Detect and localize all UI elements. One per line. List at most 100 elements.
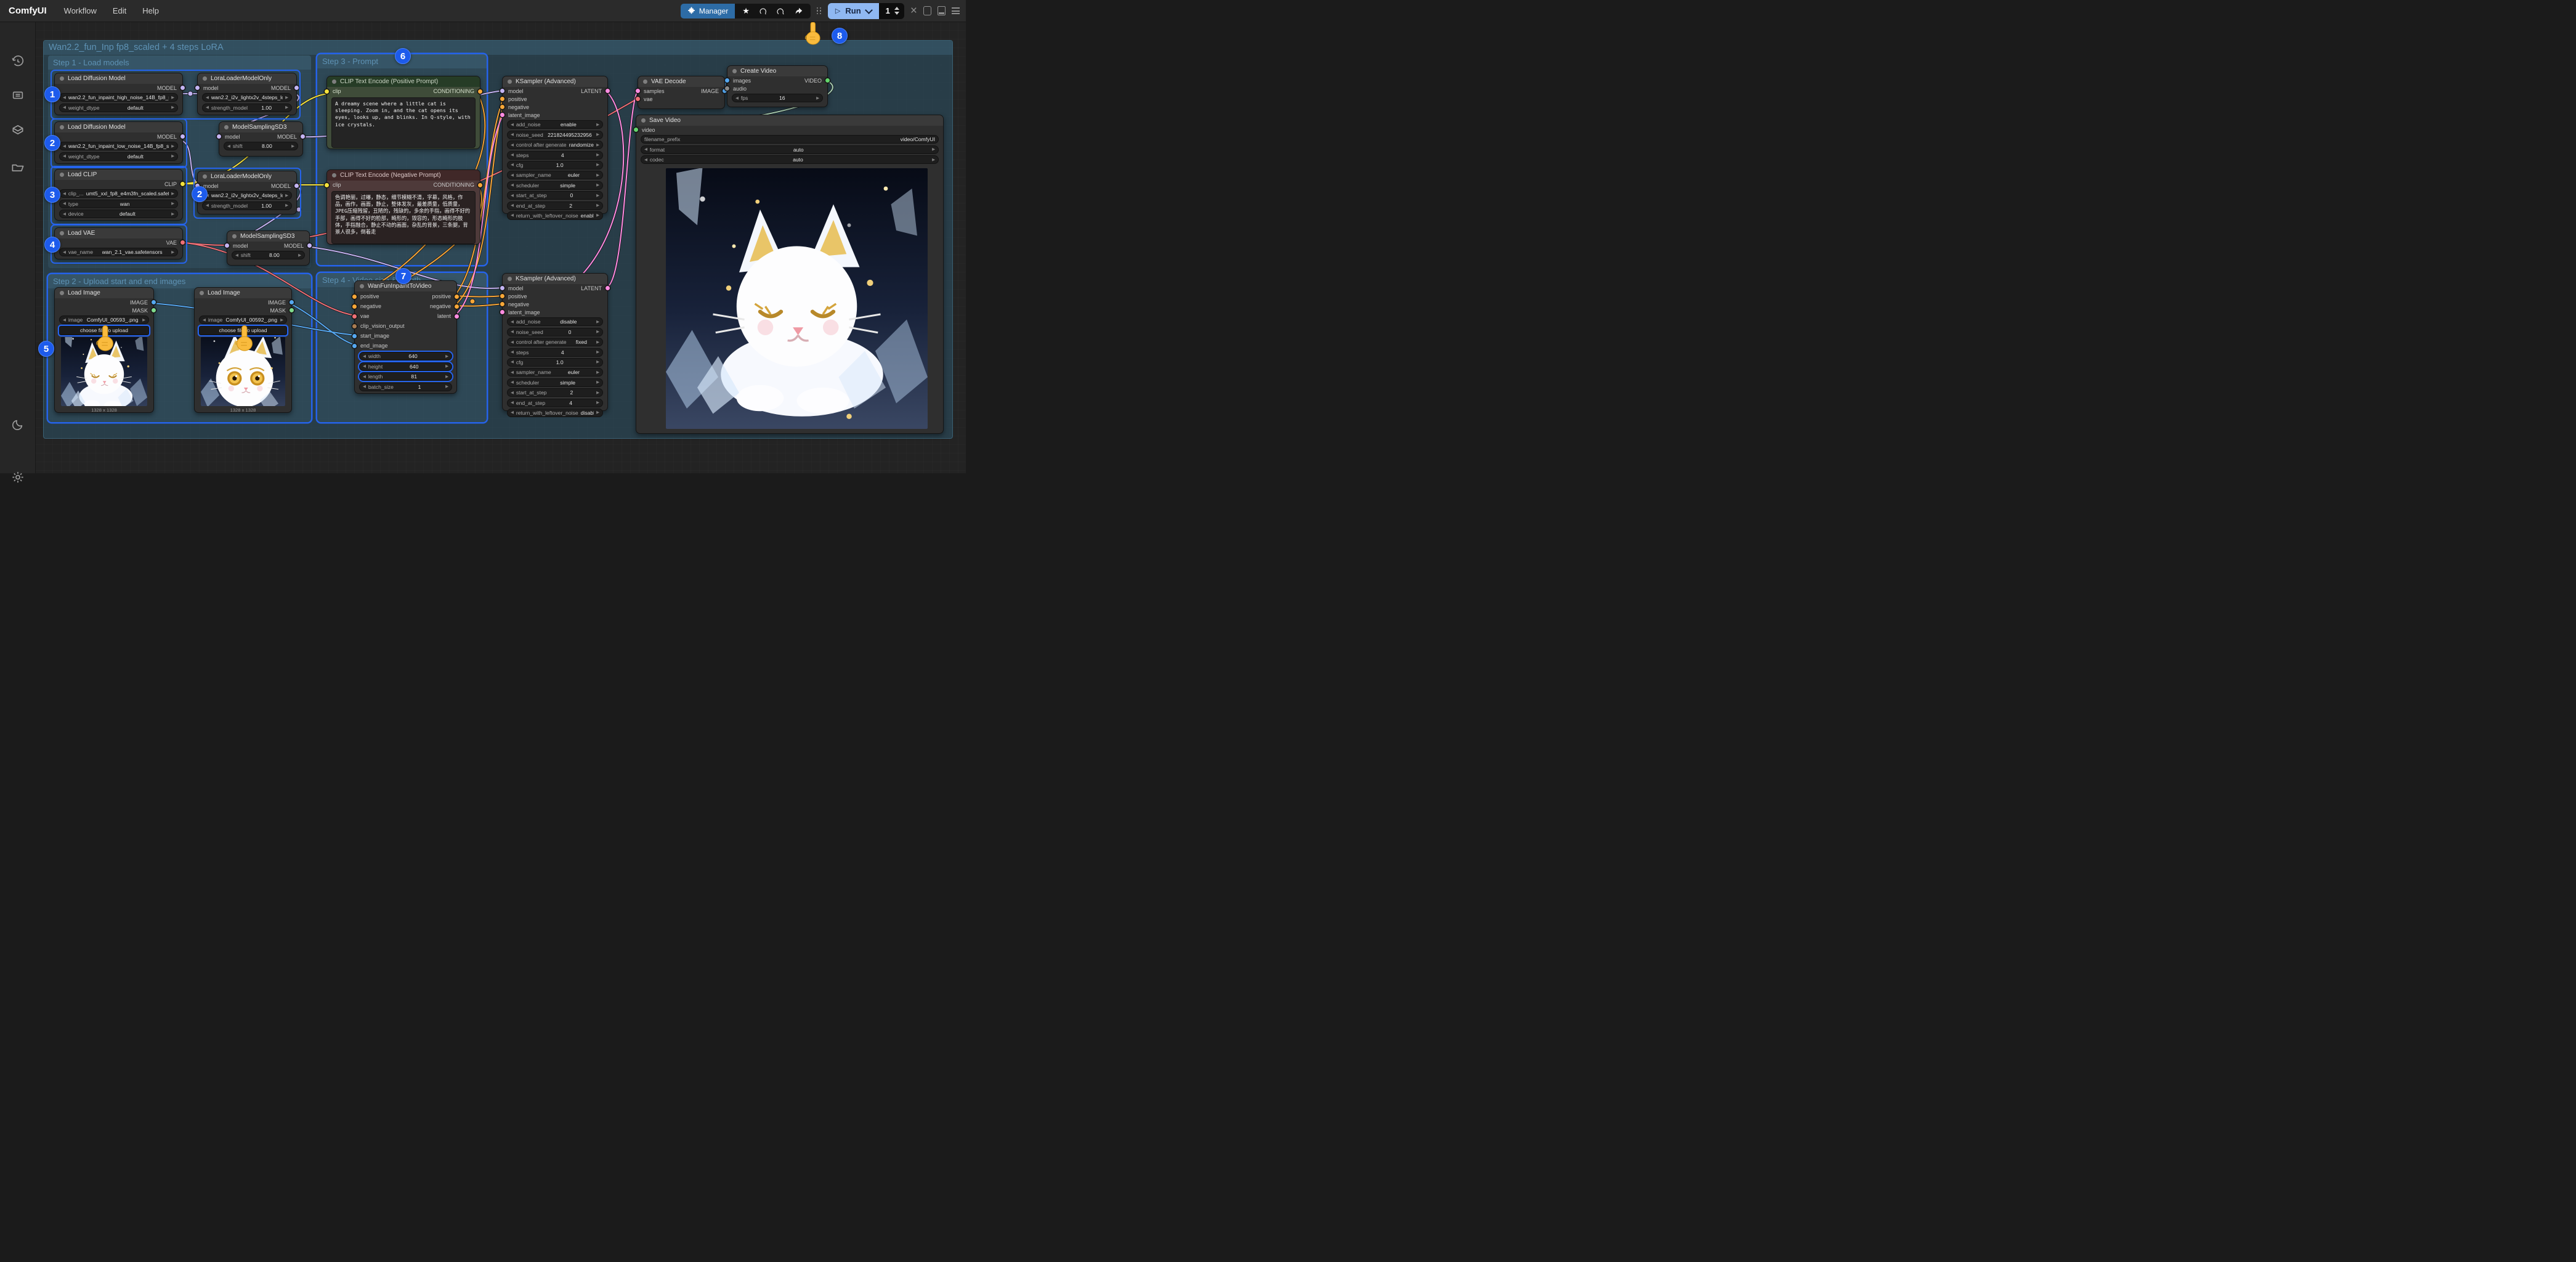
widget-add-noise[interactable]: ◀add_noiseenable▶ [507, 120, 603, 129]
choose-file-button[interactable]: choose file to upload [199, 326, 287, 335]
group-step1-title[interactable]: Step 1 - Load models [48, 55, 311, 70]
output-port-latent[interactable] [606, 286, 610, 290]
input-port-positive[interactable] [352, 295, 357, 299]
bottom-panel-toggle-icon[interactable] [938, 6, 946, 15]
workflows-folder-icon[interactable] [10, 161, 25, 175]
widget-format[interactable]: ◀ format auto▶ [641, 145, 939, 154]
output-port-model[interactable] [294, 184, 299, 188]
positive-prompt-textarea[interactable]: A dreamy scene where a little cat is sle… [331, 97, 476, 148]
widget-sampler-name[interactable]: ◀sampler_nameeuler▶ [507, 171, 603, 179]
widget-image[interactable]: ◀ image ComfyUI_00593_.png▶ [59, 316, 149, 324]
queue-icon[interactable] [11, 89, 25, 102]
input-port-audio[interactable] [725, 86, 729, 91]
input-port-samples[interactable] [636, 89, 640, 93]
input-port-video[interactable] [634, 128, 638, 132]
input-port-model[interactable] [500, 286, 504, 290]
output-port-model[interactable] [180, 134, 185, 139]
input-port-model[interactable] [217, 134, 221, 139]
output-port-negative[interactable] [455, 304, 459, 309]
node-load-image-end[interactable]: Load Image IMAGE MASK ◀ image ComfyUI_00… [194, 287, 292, 413]
input-port-vae[interactable] [352, 314, 357, 319]
node-library-icon[interactable] [10, 123, 25, 137]
menu-workflow[interactable]: Workflow [64, 6, 97, 15]
theme-moon-icon[interactable] [11, 418, 25, 431]
notification-bell-icon[interactable] [759, 7, 768, 15]
input-port-clip[interactable] [325, 89, 329, 94]
output-port-video[interactable] [825, 78, 830, 83]
widget-lora-name[interactable]: ◀ wan2.2_i2v_lightx2v_4steps_lor ...▶ [202, 191, 292, 200]
output-port-conditioning[interactable] [478, 183, 482, 187]
node-model-sampling-sd3-a[interactable]: ModelSamplingSD3 model MODEL ◀ shift 8.0… [219, 121, 303, 157]
widget-strength-model[interactable]: ◀ strength_model 1.00▶ [202, 202, 292, 210]
share-icon[interactable] [795, 7, 803, 15]
widget-shift[interactable]: ◀ shift 8.00▶ [224, 142, 298, 150]
favorites-star-icon[interactable]: ★ [742, 6, 750, 16]
widget-shift[interactable]: ◀ shift 8.00▶ [232, 251, 305, 259]
widget-fps[interactable]: ◀ fps 16▶ [732, 94, 823, 102]
widget-steps[interactable]: ◀steps4▶ [507, 151, 603, 160]
cancel-run-icon[interactable]: × [910, 4, 917, 18]
output-port-model[interactable] [301, 134, 305, 139]
focus-mode-icon[interactable] [923, 6, 931, 15]
node-lora-loader-low[interactable]: LoraLoaderModelOnly model MODEL ◀ wan2.2… [197, 171, 297, 214]
input-port-images[interactable] [725, 78, 729, 83]
widget-start-at-step[interactable]: ◀start_at_step0▶ [507, 191, 603, 200]
widget-weight-dtype[interactable]: ◀ weight_dtype default▶ [59, 104, 178, 112]
widget-scheduler[interactable]: ◀schedulersimple▶ [507, 181, 603, 190]
node-clip-text-encode-negative[interactable]: CLIP Text Encode (Negative Prompt) clip … [326, 169, 480, 245]
output-port-model[interactable] [180, 86, 185, 90]
output-port-mask[interactable] [152, 308, 156, 312]
widget-image[interactable]: ◀ image ComfyUI_00592_.png▶ [199, 316, 287, 324]
node-load-clip[interactable]: Load CLIP CLIP ◀ clip_... umt5_xxl_fp8_e… [54, 169, 183, 221]
menu-help[interactable]: Help [142, 6, 159, 15]
widget-height[interactable]: ◀height640▶ [359, 362, 452, 371]
node-load-diffusion-model-low[interactable]: Load Diffusion Model MODEL ◀ wan2.2_fun_… [54, 121, 183, 164]
widget-type[interactable]: ◀ type wan▶ [59, 200, 178, 208]
batch-count-stepper[interactable]: 1 [879, 3, 904, 19]
node-load-vae[interactable]: Load VAE VAE ◀ vae_name wan_2.1_vae.safe… [54, 227, 183, 259]
manager-button[interactable]: Manager [681, 4, 735, 18]
widget-start-at-step[interactable]: ◀start_at_step2▶ [507, 388, 603, 397]
input-port-clip[interactable] [325, 183, 329, 187]
widget-add-noise[interactable]: ◀add_noisedisable▶ [507, 317, 603, 326]
widget-unet-name[interactable]: ◀ wan2.2_fun_inpaint_high_noise_14B_fp8_… [59, 93, 178, 102]
input-port-model[interactable] [500, 89, 504, 93]
widget-cfg[interactable]: ◀cfg1.0▶ [507, 161, 603, 169]
widget-lora-name[interactable]: ◀ wan2.2_i2v_lightx2v_4steps_lor ...▶ [202, 93, 292, 102]
node-model-sampling-sd3-b[interactable]: ModelSamplingSD3 model MODEL ◀ shift 8.0… [227, 230, 310, 266]
widget-noise-seed[interactable]: ◀noise_seed221824495232956▶ [507, 131, 603, 139]
widget-strength-model[interactable]: ◀ strength_model 1.00▶ [202, 104, 292, 112]
settings-gear-icon[interactable] [10, 470, 25, 484]
output-port-model[interactable] [307, 243, 312, 248]
widget-vae-name[interactable]: ◀ vae_name wan_2.1_vae.safetensors▶ [59, 248, 178, 256]
input-port-clip-vision-output[interactable] [352, 324, 357, 328]
input-port-negative[interactable] [500, 105, 504, 109]
output-port-clip[interactable] [180, 182, 185, 186]
widget-width[interactable]: ◀width640▶ [359, 352, 452, 360]
node-ksampler-advanced-b[interactable]: KSampler (Advanced) model LATENT positiv… [502, 273, 608, 411]
widget-end-at-step[interactable]: ◀end_at_step4▶ [507, 399, 603, 407]
output-port-positive[interactable] [455, 295, 459, 299]
widget-sampler-name[interactable]: ◀sampler_nameeuler▶ [507, 368, 603, 377]
menu-hamburger-icon[interactable] [952, 7, 960, 14]
input-port-latent-image[interactable] [500, 310, 504, 314]
widget-unet-name[interactable]: ◀ wan2.2_fun_inpaint_low_noise_14B_fp8_s… [59, 142, 178, 150]
node-load-image-start[interactable]: Load Image IMAGE MASK ◀ image ComfyUI_00… [54, 287, 154, 413]
output-port-image[interactable] [290, 300, 294, 304]
chevron-down-icon[interactable] [865, 6, 873, 14]
widget-batch-size[interactable]: ◀batch_size1▶ [359, 383, 452, 391]
widget-return-with-leftover-noise[interactable]: ◀return_with_leftover_noiseenable▶ [507, 211, 603, 220]
input-port-positive[interactable] [500, 97, 504, 101]
node-wan-fun-inpaint-to-video[interactable]: WanFunInpaintToVideo positive positive n… [354, 280, 457, 394]
choose-file-button[interactable]: choose file to upload [59, 326, 149, 335]
output-port-latent[interactable] [455, 314, 459, 319]
node-clip-text-encode-positive[interactable]: CLIP Text Encode (Positive Prompt) clip … [326, 76, 480, 149]
workflow-group-title[interactable]: Wan2.2_fun_Inp fp8_scaled + 4 steps LoRA [44, 41, 952, 55]
widget-return-with-leftover-noise[interactable]: ◀return_with_leftover_noisedisable▶ [507, 409, 603, 417]
widget-noise-seed[interactable]: ◀noise_seed0▶ [507, 328, 603, 336]
output-port-vae[interactable] [180, 240, 185, 245]
toolbar-drag-handle[interactable] [817, 7, 822, 15]
widget-end-at-step[interactable]: ◀end_at_step2▶ [507, 202, 603, 210]
run-button[interactable]: ▷ Run [828, 3, 879, 19]
widget-clip-name[interactable]: ◀ clip_... umt5_xxl_fp8_e4m3fn_scaled.sa… [59, 189, 178, 198]
